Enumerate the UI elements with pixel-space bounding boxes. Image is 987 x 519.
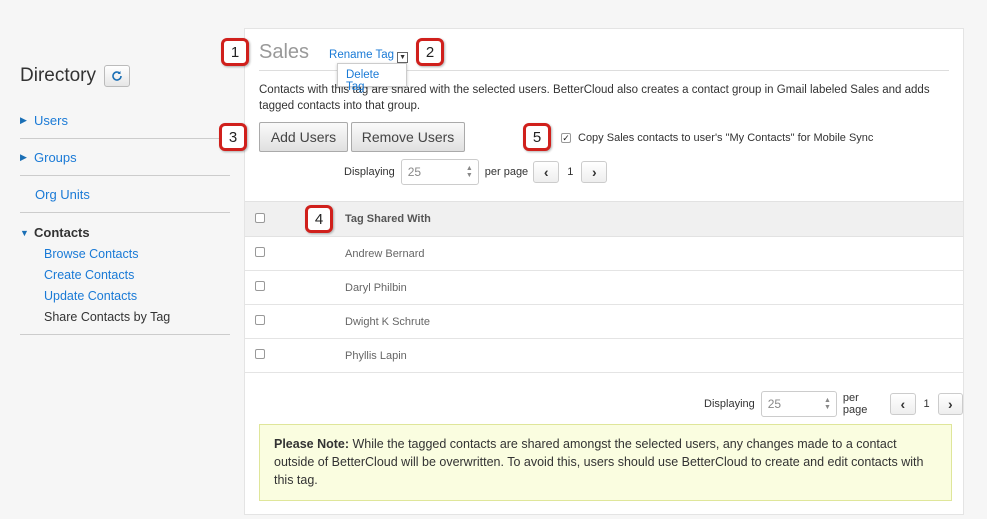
row-checkbox[interactable] <box>255 315 265 325</box>
column-header-tag-shared-with: Tag Shared With <box>345 213 431 225</box>
note-box: Please Note: While the tagged contacts a… <box>259 424 952 501</box>
per-page-value: 25 <box>767 397 782 411</box>
sidebar-item-groups[interactable]: ▶ Groups <box>20 139 230 176</box>
title-row: Sales Rename Tag ▼ <box>259 41 409 64</box>
chevron-right-icon: › <box>947 396 953 412</box>
table-row: Daryl Philbin <box>245 271 963 305</box>
remove-users-button[interactable]: Remove Users <box>351 122 465 152</box>
sidebar-item-update-contacts[interactable]: Update Contacts <box>20 289 230 303</box>
sidebar: Directory ▶ Users ▶ Groups Org Units ▼ C… <box>20 62 230 335</box>
sidebar-item-org-units[interactable]: Org Units <box>20 176 230 213</box>
stepper-arrows-icon: ▲ ▼ <box>465 165 473 179</box>
rename-tag-link[interactable]: Rename Tag <box>329 49 394 61</box>
prev-page-button[interactable]: ‹ <box>890 393 916 415</box>
select-all-checkbox[interactable] <box>255 212 265 223</box>
per-page-select[interactable]: 25 ▲ ▼ <box>760 391 837 417</box>
delete-tag-menu-item[interactable]: Delete Tag <box>337 63 407 93</box>
user-name: Dwight K Schrute <box>345 315 430 328</box>
callout-badge: 3 <box>219 123 247 151</box>
pager-bottom: Displaying 25 ▲ ▼ per page ‹ 1 › <box>704 391 963 417</box>
page-title: Sales <box>259 41 310 63</box>
collapse-arrow-icon: ▼ <box>20 227 29 238</box>
expand-arrow-icon: ▶ <box>20 114 27 125</box>
note-text: While the tagged contacts are shared amo… <box>274 437 924 487</box>
sidebar-item-contacts[interactable]: ▼ Contacts <box>20 225 230 240</box>
sidebar-item-label[interactable]: Groups <box>34 150 77 165</box>
sidebar-item-share-contacts-by-tag[interactable]: Share Contacts by Tag <box>20 310 230 324</box>
per-page-value: 25 <box>407 165 422 179</box>
refresh-icon <box>112 71 122 81</box>
per-page-select[interactable]: 25 ▲ ▼ <box>400 159 479 185</box>
sidebar-item-browse-contacts[interactable]: Browse Contacts <box>20 247 230 261</box>
stepper-arrows-icon: ▲ ▼ <box>823 397 831 411</box>
shared-users-table: Tag Shared With Andrew Bernard Daryl Phi… <box>245 201 963 373</box>
row-checkbox[interactable] <box>255 247 265 257</box>
chevron-left-icon: ‹ <box>543 164 549 180</box>
callout-badge: 2 <box>416 38 444 66</box>
pager-top: Displaying 25 ▲ ▼ per page ‹ 1 › <box>344 159 608 185</box>
table-row: Dwight K Schrute <box>245 305 963 339</box>
sidebar-item-label[interactable]: Org Units <box>35 187 90 202</box>
sidebar-item-label: Contacts <box>34 225 90 240</box>
next-page-button[interactable]: › <box>581 161 608 183</box>
sidebar-contacts-section: ▼ Contacts Browse Contacts Create Contac… <box>20 213 230 335</box>
chevron-left-icon: ‹ <box>900 396 906 412</box>
displaying-label: Displaying <box>344 166 395 178</box>
page-number: 1 <box>567 166 574 178</box>
callout-badge: 5 <box>523 123 551 151</box>
user-name: Andrew Bernard <box>345 247 425 260</box>
main-panel: Sales Rename Tag ▼ Contacts with this ta… <box>244 28 964 515</box>
directory-header: Directory <box>20 62 230 90</box>
sidebar-item-label[interactable]: Users <box>34 113 68 128</box>
sidebar-item-users[interactable]: ▶ Users <box>20 102 230 139</box>
row-checkbox[interactable] <box>255 349 265 359</box>
page-number: 1 <box>923 398 930 410</box>
refresh-button[interactable] <box>104 65 131 87</box>
copy-contacts-checkbox[interactable]: ✓ <box>561 133 571 143</box>
table-header: Tag Shared With <box>245 201 963 237</box>
directory-title: Directory <box>20 65 97 86</box>
note-label: Please Note: <box>274 437 350 451</box>
copy-contacts-option: ✓ Copy Sales contacts to user's "My Cont… <box>561 132 873 144</box>
displaying-label: Displaying <box>704 398 755 410</box>
user-name: Daryl Philbin <box>345 281 407 294</box>
callout-badge: 4 <box>305 205 333 233</box>
per-page-label: per page <box>842 392 868 416</box>
expand-arrow-icon: ▶ <box>20 151 27 162</box>
user-name: Phyllis Lapin <box>345 349 407 362</box>
chevron-down-icon[interactable]: ▼ <box>397 52 409 63</box>
next-page-button[interactable]: › <box>937 393 963 415</box>
add-users-button[interactable]: Add Users <box>259 122 348 152</box>
callout-badge: 1 <box>221 38 249 66</box>
chevron-right-icon: › <box>591 164 597 180</box>
prev-page-button[interactable]: ‹ <box>533 161 560 183</box>
row-checkbox[interactable] <box>255 281 265 291</box>
per-page-label: per page <box>484 166 529 178</box>
copy-contacts-label: Copy Sales contacts to user's "My Contac… <box>578 132 874 144</box>
table-row: Phyllis Lapin <box>245 339 963 373</box>
table-row: Andrew Bernard <box>245 237 963 271</box>
sidebar-item-create-contacts[interactable]: Create Contacts <box>20 268 230 282</box>
